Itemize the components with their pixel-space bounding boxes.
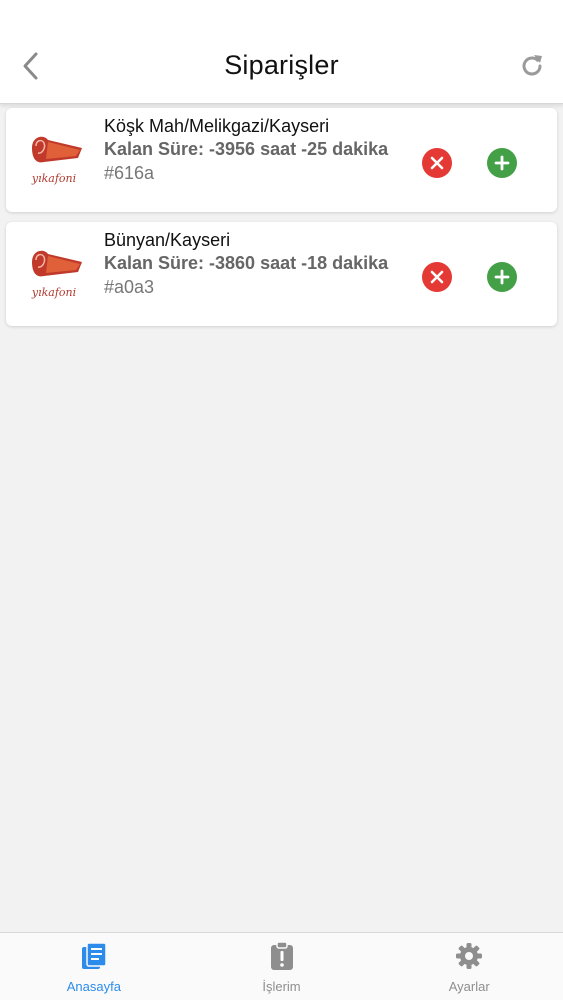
clipboard-alert-icon bbox=[267, 941, 297, 976]
yikafoni-logo: yıkafoni bbox=[22, 126, 86, 190]
accept-order-button[interactable] bbox=[487, 262, 517, 292]
order-card[interactable]: yıkafoni Köşk Mah/Melikgazi/Kayseri Kala… bbox=[6, 108, 557, 212]
reject-order-button[interactable] bbox=[422, 262, 452, 292]
page-title: Siparişler bbox=[224, 50, 339, 80]
tab-anasayfa[interactable]: Anasayfa bbox=[0, 933, 188, 1000]
order-details: Köşk Mah/Melikgazi/Kayseri Kalan Süre: -… bbox=[104, 115, 404, 184]
order-code: #a0a3 bbox=[104, 277, 155, 297]
tab-label: İşlerim bbox=[262, 979, 301, 994]
order-remaining-time: Kalan Süre: -3860 saat -18 dakika bbox=[104, 253, 389, 273]
yikafoni-logo: yıkafoni bbox=[22, 240, 86, 304]
svg-text:yıkafoni: yıkafoni bbox=[31, 286, 76, 299]
app-header: Siparişler bbox=[0, 0, 563, 104]
close-icon bbox=[430, 270, 444, 284]
list-document-icon bbox=[79, 941, 109, 976]
tab-ayarlar[interactable]: Ayarlar bbox=[375, 933, 563, 1000]
order-address: Köşk Mah/Melikgazi/Kayseri bbox=[104, 116, 330, 136]
order-remaining-time: Kalan Süre: -3956 saat -25 dakika bbox=[104, 139, 389, 159]
refresh-icon bbox=[522, 55, 542, 76]
close-icon bbox=[430, 156, 444, 170]
order-details: Bünyan/Kayseri Kalan Süre: -3860 saat -1… bbox=[104, 229, 404, 298]
order-card[interactable]: yıkafoni Bünyan/Kayseri Kalan Süre: -386… bbox=[6, 222, 557, 326]
tab-label: Ayarlar bbox=[448, 979, 490, 994]
bottom-tab-bar: Anasayfa İşlerim Ayarlar bbox=[0, 932, 563, 1000]
plus-icon bbox=[494, 269, 510, 285]
accept-order-button[interactable] bbox=[487, 148, 517, 178]
order-list: yıkafoni Köşk Mah/Melikgazi/Kayseri Kala… bbox=[6, 108, 557, 336]
reject-order-button[interactable] bbox=[422, 148, 452, 178]
gear-icon bbox=[454, 941, 484, 976]
order-code: #616a bbox=[104, 163, 155, 183]
svg-text:yıkafoni: yıkafoni bbox=[31, 172, 76, 185]
order-address: Bünyan/Kayseri bbox=[104, 230, 231, 250]
tab-islerim[interactable]: İşlerim bbox=[188, 933, 376, 1000]
tab-label: Anasayfa bbox=[66, 979, 121, 994]
plus-icon bbox=[494, 155, 510, 171]
refresh-button[interactable] bbox=[515, 48, 549, 84]
